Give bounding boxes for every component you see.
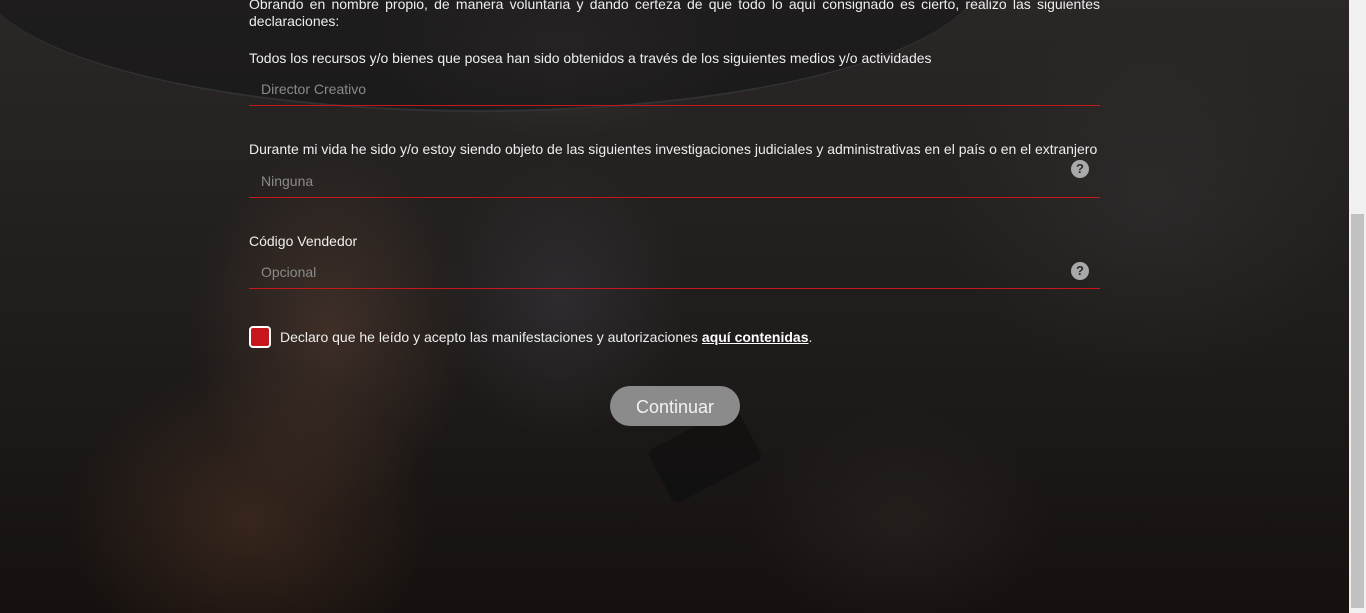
consent-text: Declaro que he leído y acepto las manife… — [280, 329, 698, 345]
field-label-resources: Todos los recursos y/o bienes que posea … — [249, 50, 932, 66]
investigations-input[interactable] — [249, 165, 1100, 197]
field-label-seller-code: Código Vendedor — [249, 233, 358, 249]
resources-input[interactable] — [249, 73, 1100, 105]
help-icon[interactable]: ? — [1071, 160, 1089, 178]
field-label-investigations: Durante mi vida he sido y/o estoy siendo… — [249, 141, 1098, 157]
resources-field — [249, 73, 1100, 106]
consent-suffix: . — [808, 329, 813, 345]
consent-row: Declaro que he leído y acepto las manife… — [249, 326, 812, 348]
scrollbar-thumb[interactable] — [1351, 214, 1364, 608]
consent-checkbox[interactable] — [249, 326, 271, 348]
page: Obrando en nombre propio, de manera volu… — [0, 0, 1366, 613]
investigations-field: ? — [249, 160, 1100, 198]
continue-button[interactable]: Continuar — [610, 386, 740, 426]
seller-code-field: ? — [249, 256, 1100, 289]
help-icon[interactable]: ? — [1071, 262, 1089, 280]
intro-text: Obrando en nombre propio, de manera volu… — [249, 0, 1100, 29]
vertical-scrollbar[interactable] — [1349, 0, 1366, 613]
consent-link[interactable]: aquí contenidas — [702, 329, 809, 345]
seller-code-input[interactable] — [249, 256, 1100, 288]
